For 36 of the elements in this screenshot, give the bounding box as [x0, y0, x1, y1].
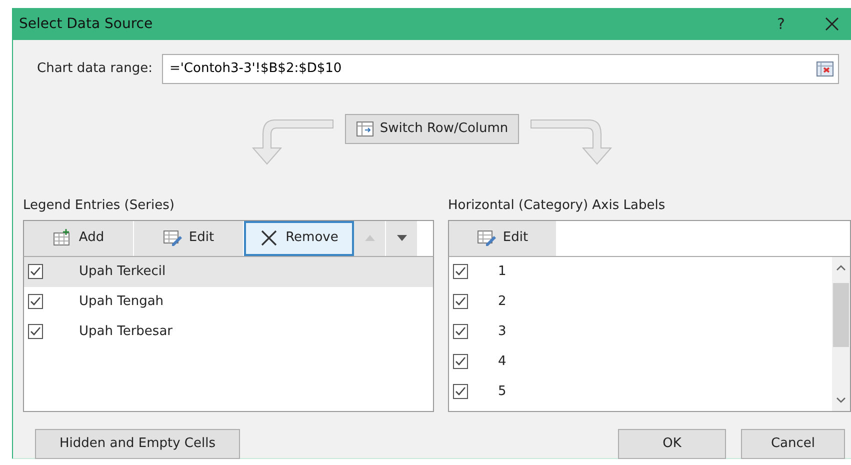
remove-button[interactable]: Remove: [244, 220, 354, 256]
axis-label-item[interactable]: 3: [449, 316, 832, 346]
table-edit-icon: [162, 229, 183, 247]
axis-label-item[interactable]: 2: [449, 286, 832, 316]
edit-button[interactable]: Edit: [449, 220, 557, 256]
checkbox[interactable]: [453, 384, 468, 399]
ok-button[interactable]: OK: [618, 428, 726, 458]
series-item[interactable]: Upah Tengah: [24, 286, 433, 316]
move-down-button[interactable]: [386, 220, 418, 256]
add-button[interactable]: Add: [24, 220, 134, 256]
axis-label-item[interactable]: 1: [449, 256, 832, 286]
axis-label-item[interactable]: 5: [449, 376, 832, 406]
up-triangle-icon: [364, 235, 374, 241]
section-label: Legend Entries (Series): [23, 197, 176, 215]
close-icon[interactable]: [825, 17, 839, 31]
checkbox[interactable]: [28, 324, 43, 339]
switch-icon: [356, 120, 374, 137]
field-label: Chart data range:: [37, 60, 152, 78]
checkbox[interactable]: [453, 354, 468, 369]
checkbox[interactable]: [453, 264, 468, 279]
down-triangle-icon: [396, 235, 406, 241]
axis-label-item[interactable]: 4: [449, 346, 832, 376]
series-item[interactable]: Upah Terbesar: [24, 316, 433, 346]
window-title: Select Data Source: [19, 14, 153, 34]
cancel-button[interactable]: Cancel: [741, 428, 845, 458]
series-item[interactable]: Upah Terkecil: [24, 256, 433, 286]
checkbox[interactable]: [453, 294, 468, 309]
hidden-cells-button[interactable]: Hidden and Empty Cells: [35, 428, 240, 458]
edit-button[interactable]: Edit: [134, 220, 244, 256]
help-button[interactable]: ?: [777, 12, 785, 36]
section-label: Horizontal (Category) Axis Labels: [448, 197, 666, 215]
checkbox[interactable]: [28, 264, 43, 279]
switch-button[interactable]: Switch Row/Column: [344, 114, 520, 144]
checkbox[interactable]: [453, 324, 468, 339]
table-edit-icon: [476, 229, 497, 247]
checkbox[interactable]: [28, 294, 43, 309]
